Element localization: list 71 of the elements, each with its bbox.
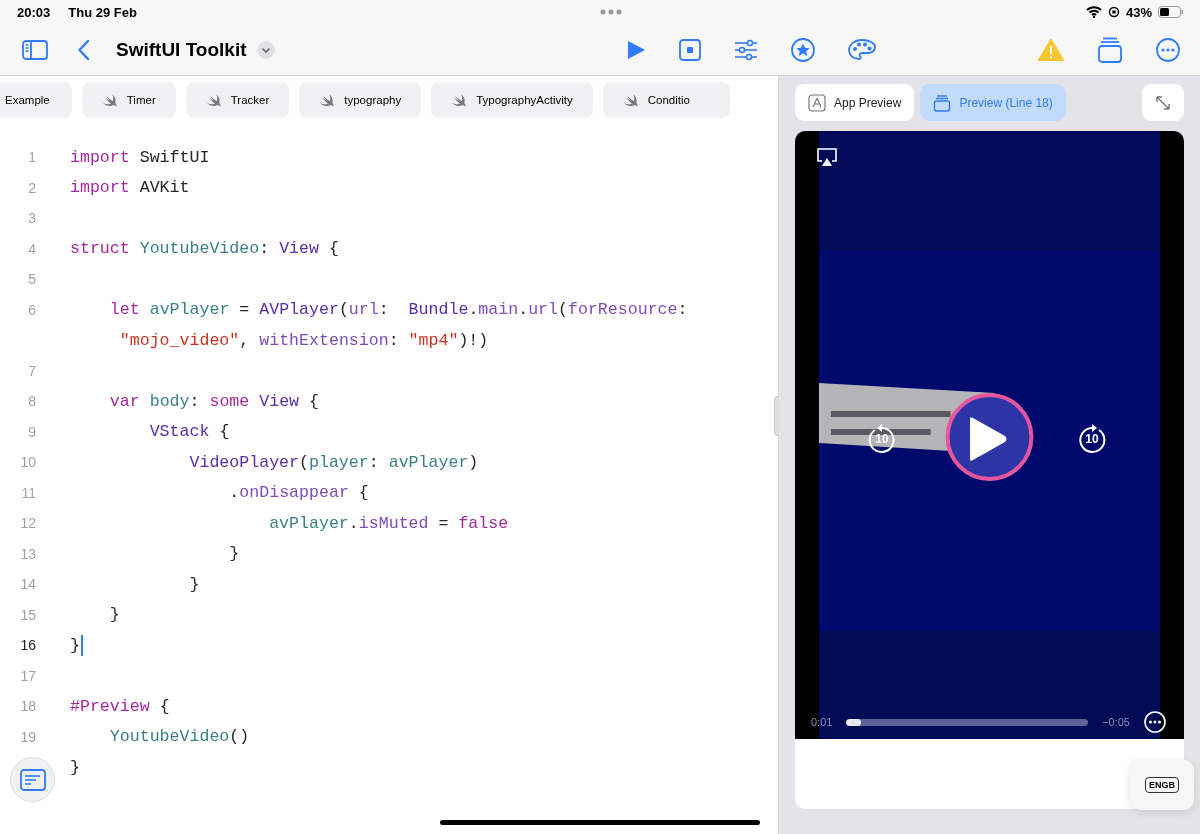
remaining-time: −0:05 (1102, 716, 1130, 728)
file-tab[interactable]: Timer (81, 82, 176, 118)
line-number: 8 (27, 393, 36, 410)
document-outline-button[interactable] (10, 757, 55, 802)
sliders-icon[interactable] (734, 38, 759, 61)
line-number: 14 (19, 576, 36, 593)
code-line: .onDisappear { (228, 483, 369, 503)
line-number: 5 (27, 271, 36, 288)
sidebar-icon[interactable] (22, 39, 48, 60)
code-line: let avPlayer = AVPlayer(url: Bundle.main.url(forResource: (108, 300, 688, 320)
code-line: } (108, 605, 120, 625)
status-date: Thu 29 Feb (68, 4, 137, 20)
file-tab[interactable]: Conditio (602, 82, 730, 118)
multitask-dots-icon[interactable] (600, 9, 623, 15)
line-number: 15 (19, 606, 36, 623)
code-line: #Preview { (70, 696, 170, 716)
stop-icon[interactable] (679, 38, 702, 61)
windows-icon (933, 93, 952, 112)
battery-percent: 43% (1125, 4, 1152, 20)
line-number: 6 (27, 301, 36, 318)
line-number: 17 (19, 667, 36, 684)
line-number: 13 (19, 545, 36, 562)
orientation-lock-icon (1107, 6, 1120, 18)
status-time: 20:03 (17, 4, 51, 20)
chevron-down-icon[interactable] (256, 40, 275, 59)
play-icon[interactable] (626, 39, 647, 60)
preview-tab[interactable]: App Preview (795, 84, 915, 121)
line-number: 18 (19, 698, 36, 715)
line-number: 3 (27, 210, 36, 227)
file-tab[interactable]: Tracker (185, 82, 290, 118)
code-line: import SwiftUI (70, 147, 210, 167)
line-number: 9 (27, 423, 36, 440)
code-line: var body: some View { (108, 391, 319, 411)
airplay-icon[interactable] (816, 147, 838, 167)
line-number: 4 (27, 240, 36, 257)
line-number: 16 (19, 637, 36, 654)
expand-icon (1155, 94, 1171, 111)
battery-icon (1158, 6, 1184, 18)
line-number: 19 (19, 728, 36, 745)
line-number: 11 (20, 484, 36, 501)
code-line: } (228, 544, 240, 564)
wifi-icon (1085, 6, 1102, 18)
line-number: 12 (19, 515, 36, 532)
code-line: } (70, 635, 80, 655)
document-lines-icon (19, 768, 46, 791)
file-tab[interactable]: TypographyActivity (431, 82, 593, 118)
keyboard-language-button[interactable]: ENGB (1130, 760, 1194, 810)
file-tab[interactable]: Example (0, 82, 72, 118)
project-title[interactable]: SwiftUI Toolkit (116, 38, 247, 61)
expand-button[interactable] (1142, 84, 1184, 121)
back-icon[interactable] (78, 39, 90, 60)
line-number: 10 (19, 454, 36, 471)
app-store-icon (808, 93, 826, 112)
code-line: VideoPlayer(player: avPlayer) (188, 452, 479, 472)
palette-icon[interactable] (848, 37, 877, 62)
code-line: struct YoutubeVideo: View { (70, 239, 339, 259)
code-line: VStack { (148, 422, 230, 442)
windows-icon[interactable] (1098, 36, 1122, 63)
code-line: "mojo_video", withExtension: "mp4")!) (118, 330, 489, 350)
code-line: } (70, 757, 80, 777)
code-line: avPlayer.isMuted = false (268, 513, 509, 533)
code-line: YoutubeVideo() (108, 727, 250, 747)
file-tab[interactable]: typography (299, 82, 422, 118)
code-line: import AVKit (70, 178, 190, 198)
line-number: 1 (27, 149, 36, 166)
progress-bar[interactable] (846, 718, 1089, 726)
skip-forward-button[interactable]: 10 (1077, 424, 1107, 454)
code-line: } (188, 574, 200, 594)
line-number: 7 (27, 362, 36, 379)
text-cursor (80, 634, 83, 656)
line-number: 2 (27, 179, 36, 196)
